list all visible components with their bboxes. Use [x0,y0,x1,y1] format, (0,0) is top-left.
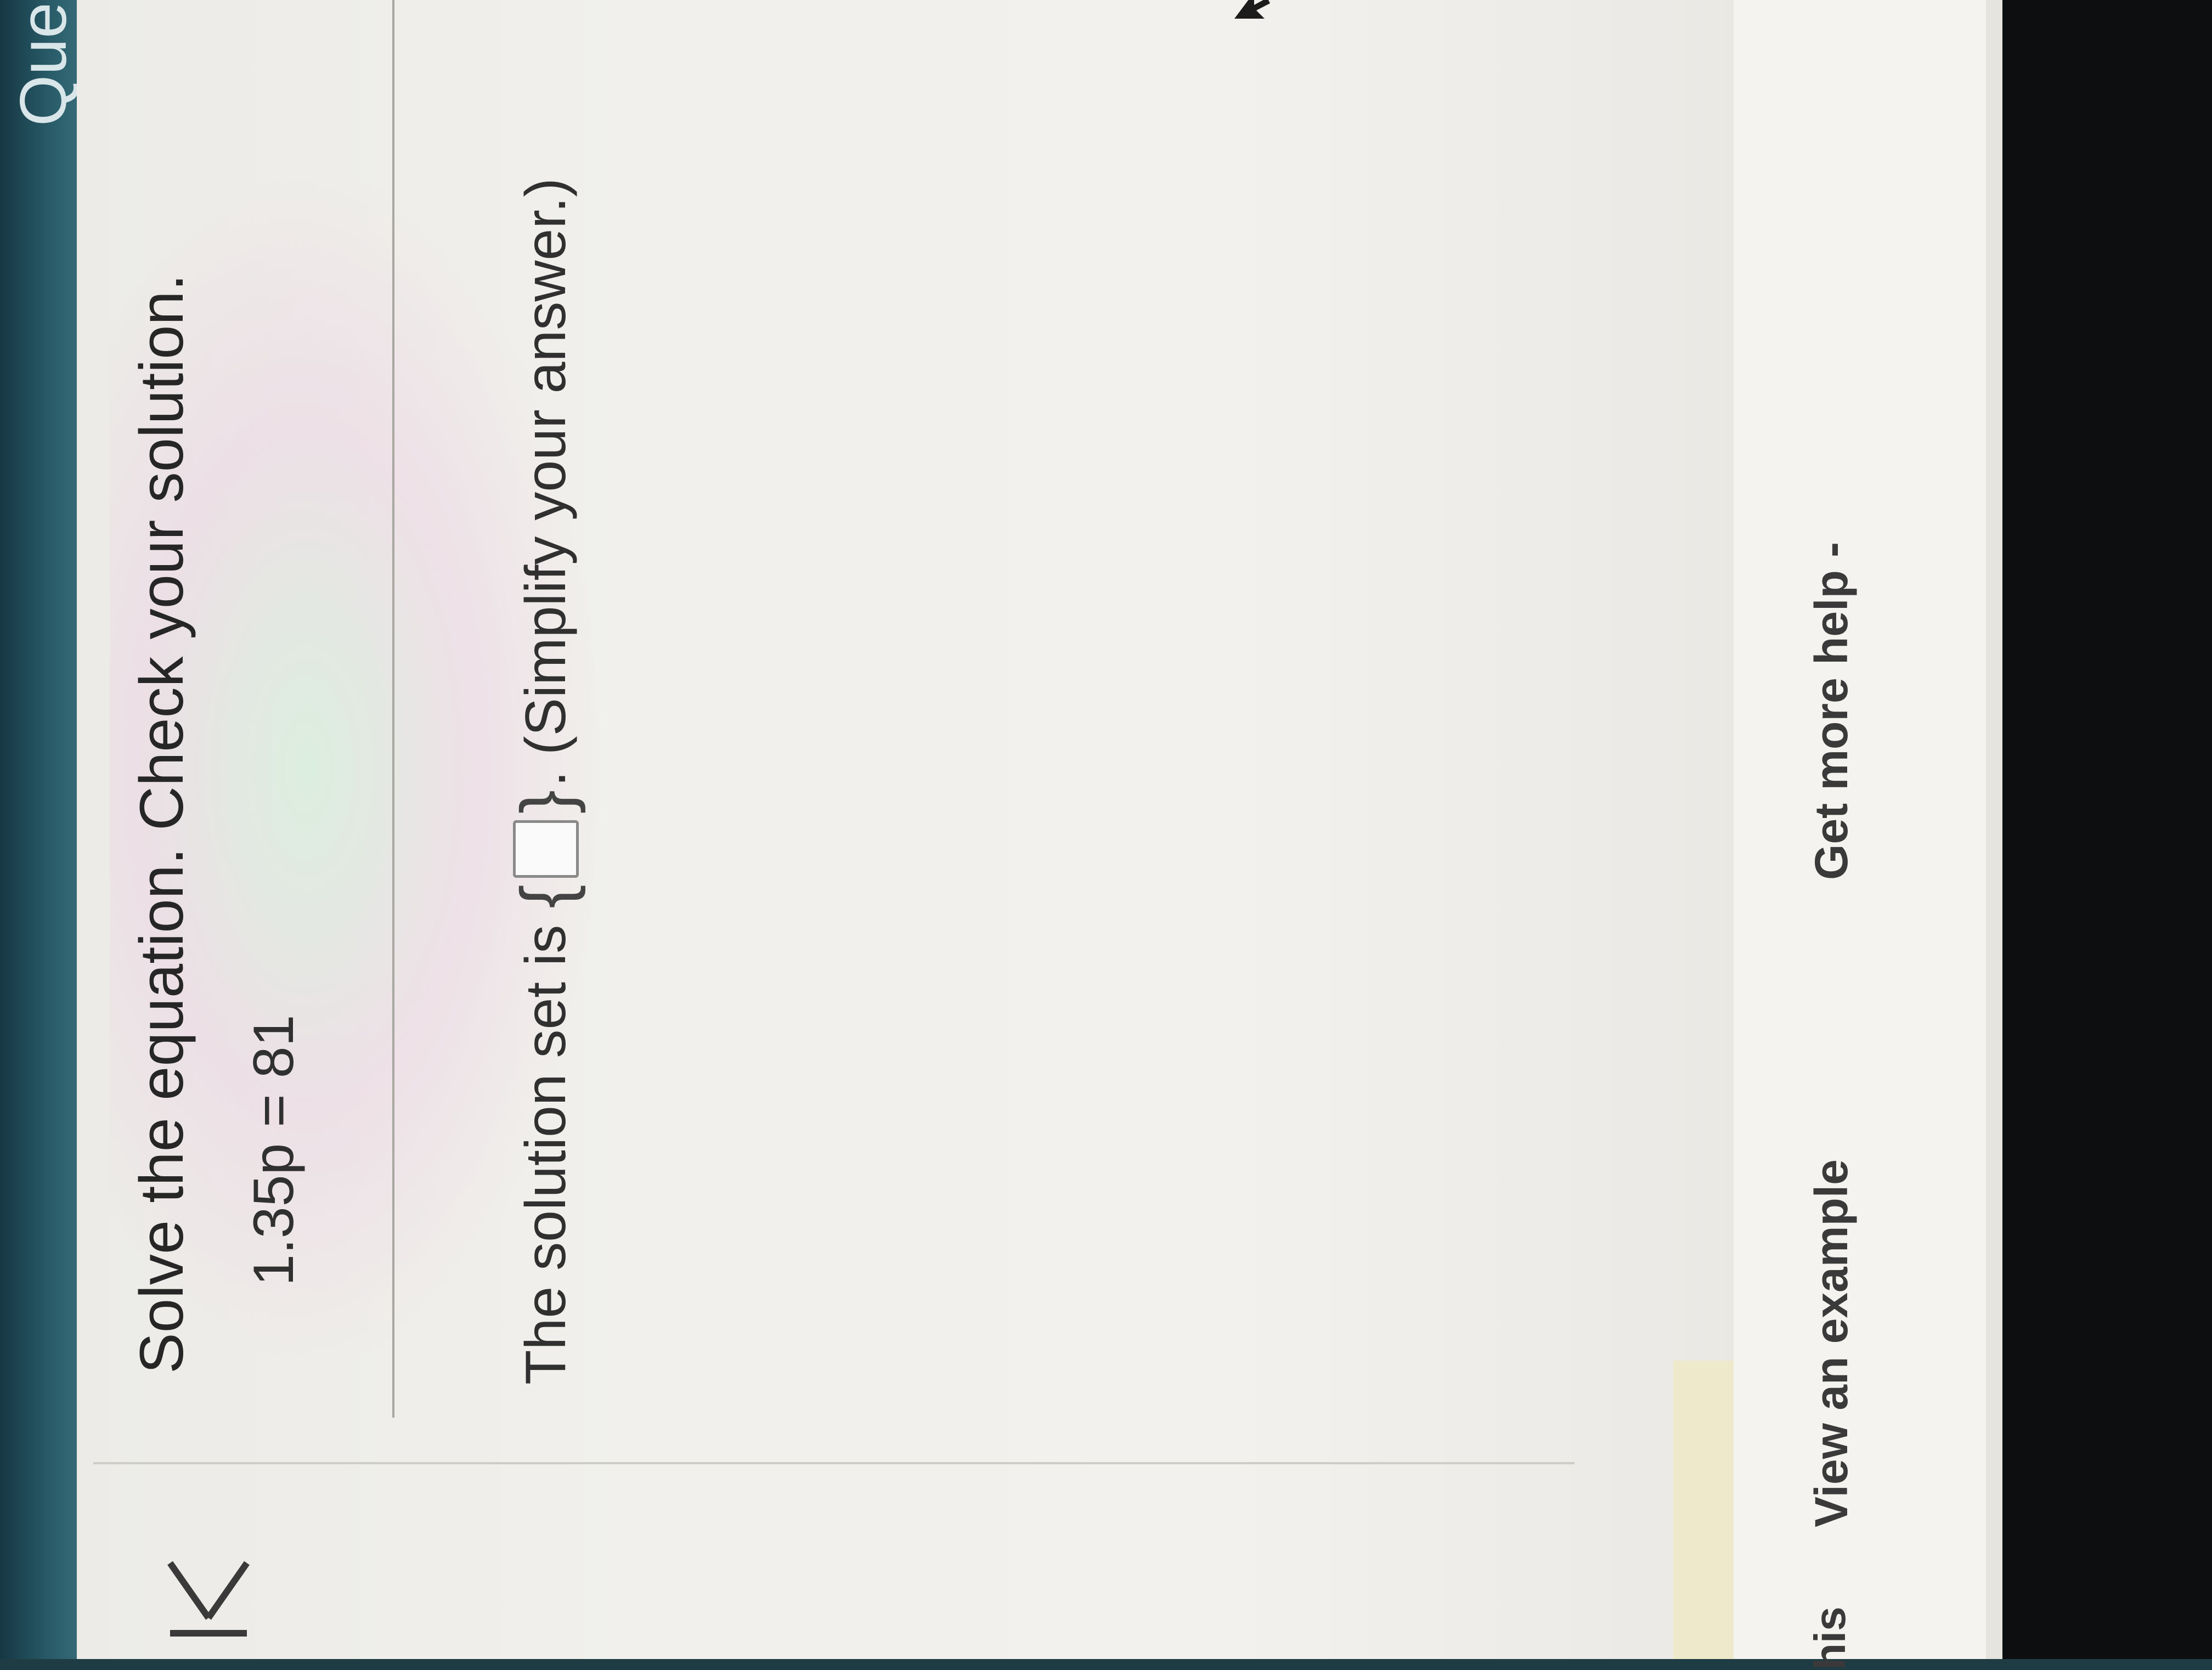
footer-partial-label[interactable]: his [1805,1606,1855,1670]
question-divider [392,0,394,1418]
answer-prefix: The solution set is [514,924,578,1385]
question-instruction: Solve the equation. Check your solution. [127,274,196,1374]
answer-line: The solution set is { } . (Simplify your… [505,178,587,1385]
equation: 1.35p = 81 [242,1014,306,1286]
answer-suffix: . (Simplify your answer.) [514,178,578,787]
rotated-content: Solve the equation. Check your solution.… [0,0,2002,1670]
monitor-bezel [2002,0,2212,1659]
get-more-help-button[interactable]: Get more help - [1805,542,1858,880]
answer-input[interactable] [513,820,579,878]
panel-divider [93,1462,1575,1464]
mouse-pointer-icon [1234,0,1270,19]
brace-close: } [506,789,586,814]
back-to-start-icon[interactable] [165,1558,252,1640]
view-example-button[interactable]: View an example [1805,1159,1858,1527]
brace-open: { [506,884,586,909]
